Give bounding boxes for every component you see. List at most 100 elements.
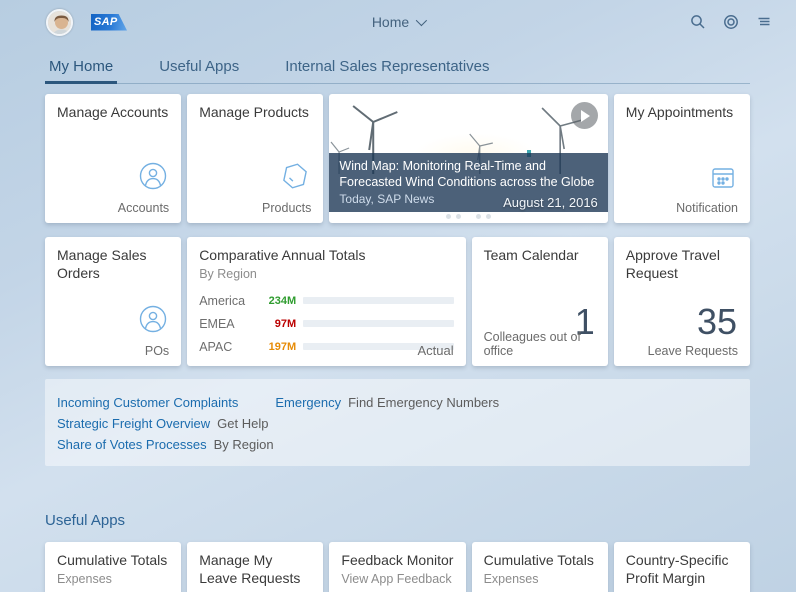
link-text: Emergency: [275, 395, 342, 410]
menu-icon[interactable]: [754, 12, 774, 32]
play-icon: [581, 109, 591, 122]
copilot-icon[interactable]: [721, 12, 741, 32]
person-icon: [138, 304, 168, 339]
kpi-label: Leave Requests: [647, 344, 738, 358]
tile-subtitle: Expenses: [57, 571, 112, 586]
chart-category-label: America: [199, 293, 246, 308]
tile-row-useful-apps: Cumulative Totals Expenses Manage My Lea…: [45, 542, 750, 592]
avatar-image: [48, 10, 71, 34]
tile-title: Manage My Leave Requests: [199, 552, 301, 586]
news-headline: Wind Map: Monitoring Real-Time and Forec…: [339, 159, 595, 190]
shell-actions: [688, 12, 774, 32]
tile-title: My Appointments: [625, 104, 734, 120]
sap-logo[interactable]: SAP: [91, 13, 127, 31]
chart-row: APAC 197M: [199, 339, 454, 354]
link-strategic-freight-overview[interactable]: Strategic Freight Overview Get Help: [57, 416, 268, 431]
anchor-tabbar: My Home Useful Apps Internal Sales Repre…: [45, 58, 750, 84]
tile-title: Cumulative Totals: [57, 552, 168, 568]
tile-row-1: Manage Accounts Accounts Manage Products…: [45, 94, 750, 223]
chart-value-label: 97M: [274, 317, 297, 330]
link-emergency[interactable]: Emergency Find Emergency Numbers: [275, 395, 499, 410]
product-box-icon: [280, 161, 310, 196]
shell-header: SAP Home: [0, 0, 796, 44]
chart-bar-track: [303, 320, 454, 327]
tab-label: My Home: [49, 58, 114, 75]
link-text: Share of Votes Processes: [57, 437, 207, 452]
chart-bar-track: [303, 297, 454, 304]
launchpad-page: SAP Home My Home Useful Apps Internal Sa…: [0, 0, 796, 592]
person-icon: [138, 161, 168, 196]
tile-cumulative-totals-2[interactable]: Cumulative Totals Expenses: [471, 542, 608, 592]
tile-country-specific-profit-margin[interactable]: Country-Specific Profit Margin Expenses: [613, 542, 750, 592]
tab-my-home[interactable]: My Home: [45, 58, 118, 84]
tile-manage-accounts[interactable]: Manage Accounts Accounts: [45, 94, 182, 223]
chart-title: Comparative Annual Totals: [199, 247, 366, 263]
tile-footer-label: Notification: [676, 201, 738, 215]
tile-title: Manage Products: [199, 104, 309, 120]
tab-label: Internal Sales Representatives: [285, 58, 490, 75]
link-desc: Get Help: [217, 416, 269, 431]
news-date: August 21, 2016: [503, 195, 598, 210]
bar-chart: America 234M EMEA 97M APAC 197M: [199, 293, 454, 362]
tile-news-carousel[interactable]: Wind Map: Monitoring Real-Time and Forec…: [329, 94, 608, 223]
tile-manage-my-leave-requests[interactable]: Manage My Leave Requests By Quarter: [187, 542, 324, 592]
link-desc: Find Emergency Numbers: [348, 395, 500, 410]
search-icon[interactable]: [688, 12, 708, 32]
chart-subtitle: By Region: [199, 266, 257, 281]
tile-footer-label: Accounts: [117, 201, 170, 215]
kpi-label: Colleagues out of office: [483, 330, 581, 358]
link-list-panel: Incoming Customer Complaints Emergency F…: [45, 379, 750, 466]
tile-title: Manage Accounts: [57, 104, 169, 120]
kpi-value: 35: [696, 301, 737, 342]
chart-row: EMEA 97M: [199, 316, 454, 331]
tile-manage-products[interactable]: Manage Products Products: [187, 94, 324, 223]
home-dropdown-label: Home: [371, 14, 410, 30]
tile-comparative-annual-totals[interactable]: Comparative Annual Totals By Region Amer…: [187, 237, 466, 366]
link-row-1: Incoming Customer Complaints Emergency F…: [57, 395, 738, 431]
section-title-useful-apps: Useful Apps: [45, 512, 126, 529]
link-desc: By Region: [213, 437, 274, 452]
tile-row-2: Manage Sales Orders POs Comparative Annu…: [45, 237, 750, 366]
tile-title: Team Calendar: [483, 247, 579, 263]
tile-title: Manage Sales Orders: [57, 247, 147, 281]
home-dropdown[interactable]: Home: [371, 14, 428, 30]
tile-my-appointments[interactable]: My Appointments Notification: [613, 94, 750, 223]
tab-label: Useful Apps: [159, 58, 240, 75]
tile-title: Feedback Monitor: [341, 552, 454, 568]
chevron-down-icon: [415, 14, 428, 27]
carousel-dot[interactable]: [476, 214, 482, 219]
link-share-of-votes-processes[interactable]: Share of Votes Processes By Region: [57, 437, 274, 452]
carousel-dot[interactable]: [466, 214, 472, 219]
user-avatar[interactable]: [46, 8, 73, 36]
chart-row: America 234M: [199, 293, 454, 308]
link-text: Incoming Customer Complaints: [57, 395, 239, 410]
carousel-dot[interactable]: [486, 214, 492, 219]
tile-subtitle: View App Feedback: [341, 571, 452, 586]
carousel-dot[interactable]: [456, 214, 462, 219]
tab-internal-sales-representatives[interactable]: Internal Sales Representatives: [281, 58, 493, 84]
chart-category-label: EMEA: [199, 316, 235, 331]
carousel-dot[interactable]: [446, 214, 452, 219]
tile-approve-travel-request[interactable]: Approve Travel Request 35 Leave Requests: [613, 237, 750, 366]
sap-logo-text: SAP: [94, 16, 118, 28]
tile-feedback-monitor[interactable]: Feedback Monitor View App Feedback: [329, 542, 466, 592]
tile-area: Manage Accounts Accounts Manage Products…: [45, 94, 750, 592]
tabbar-divider: [45, 83, 750, 84]
play-button[interactable]: [570, 102, 598, 129]
tile-title: Cumulative Totals: [483, 552, 594, 568]
tile-subtitle: Expenses: [483, 571, 539, 586]
calendar-icon: [709, 163, 737, 196]
chart-value-label: 197M: [268, 340, 297, 353]
chart-value-label: 234M: [268, 294, 297, 307]
tile-manage-sales-orders[interactable]: Manage Sales Orders POs: [45, 237, 182, 366]
tile-team-calendar[interactable]: Team Calendar 1 Colleagues out of office: [471, 237, 608, 366]
chart-category-label: APAC: [199, 339, 233, 354]
tile-cumulative-totals-1[interactable]: Cumulative Totals Expenses: [45, 542, 182, 592]
link-incoming-customer-complaints[interactable]: Incoming Customer Complaints: [57, 395, 245, 410]
carousel-dots: [329, 214, 607, 219]
tile-title: Approve Travel Request: [625, 247, 720, 281]
tab-useful-apps[interactable]: Useful Apps: [155, 58, 243, 84]
tile-footer-label: POs: [144, 344, 170, 358]
link-text: Strategic Freight Overview: [57, 416, 211, 431]
chart-footer-label: Actual: [417, 343, 454, 358]
